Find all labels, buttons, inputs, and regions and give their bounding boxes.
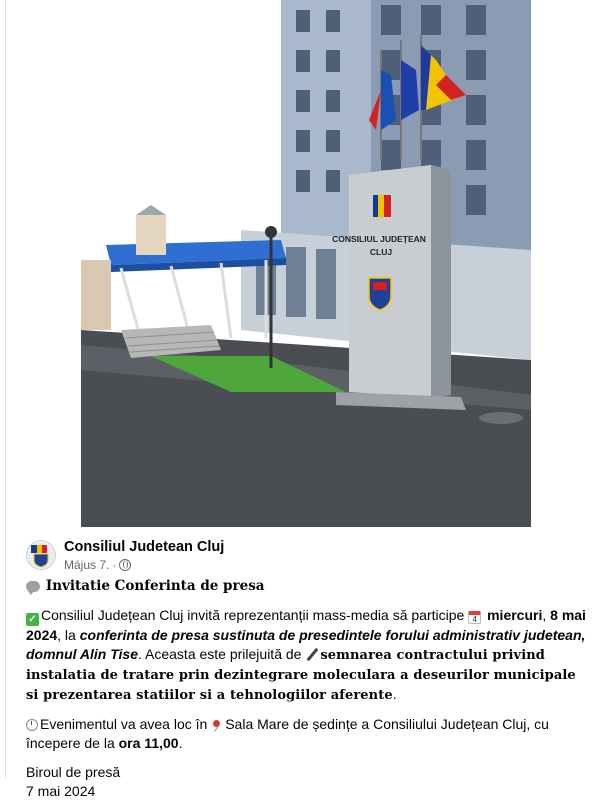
post-body: Invitatie Conferinta de presa ✓ Consiliul… [26, 576, 586, 801]
post-title-line: Invitatie Conferinta de presa [26, 576, 586, 596]
post-header: Consiliul Judetean Cluj Május 7. · [26, 538, 586, 574]
post-meta: Május 7. · [64, 558, 132, 572]
sign-text-line2: CLUJ [370, 247, 392, 257]
clock-icon [26, 719, 38, 731]
page-name-link[interactable]: Consiliul Judetean Cluj [64, 539, 224, 555]
post-title: Invitatie Conferinta de presa [45, 578, 265, 594]
post-photo[interactable]: CONSILIUL JUDEȚEAN CLUJ [81, 0, 531, 527]
speech-bubble-icon [26, 581, 40, 595]
p1-text-3: . Aceasta este prilejuită de [138, 646, 306, 662]
signature-line-1: Biroul de presă [26, 764, 121, 780]
page-avatar[interactable] [26, 540, 56, 570]
globe-icon [119, 559, 132, 571]
signature-line-2: 7 mai 2024 [26, 783, 96, 799]
p1-text-1: Consiliul Județean Cluj invită reprezent… [41, 607, 469, 623]
p1-day: miercuri [487, 607, 543, 623]
sign-text-line1: CONSILIUL JUDEȚEAN [332, 234, 426, 244]
post-date[interactable]: Május 7. [64, 558, 109, 572]
p2-text-1: Evenimentul va avea loc în [40, 716, 212, 732]
p1-end: . [392, 686, 397, 702]
meta-separator: · [112, 558, 117, 572]
post-paragraph-1: ✓ Consiliul Județean Cluj invită reprezen… [26, 606, 586, 705]
calendar-icon: 4 [468, 611, 482, 624]
p1-comma: , [542, 607, 551, 623]
post-paragraph-2: Evenimentul va avea loc în Sala Mare de … [26, 715, 586, 753]
p2-end: . [178, 735, 183, 751]
check-mark-icon: ✓ [26, 613, 39, 626]
pushpin-icon [211, 719, 223, 731]
p1-text-2: , la [57, 627, 80, 643]
pen-icon [305, 648, 318, 661]
post-card: CONSILIUL JUDEȚEAN CLUJ Consiliul Judete… [5, 0, 593, 799]
p2-time: ora 11,00 [118, 735, 179, 751]
